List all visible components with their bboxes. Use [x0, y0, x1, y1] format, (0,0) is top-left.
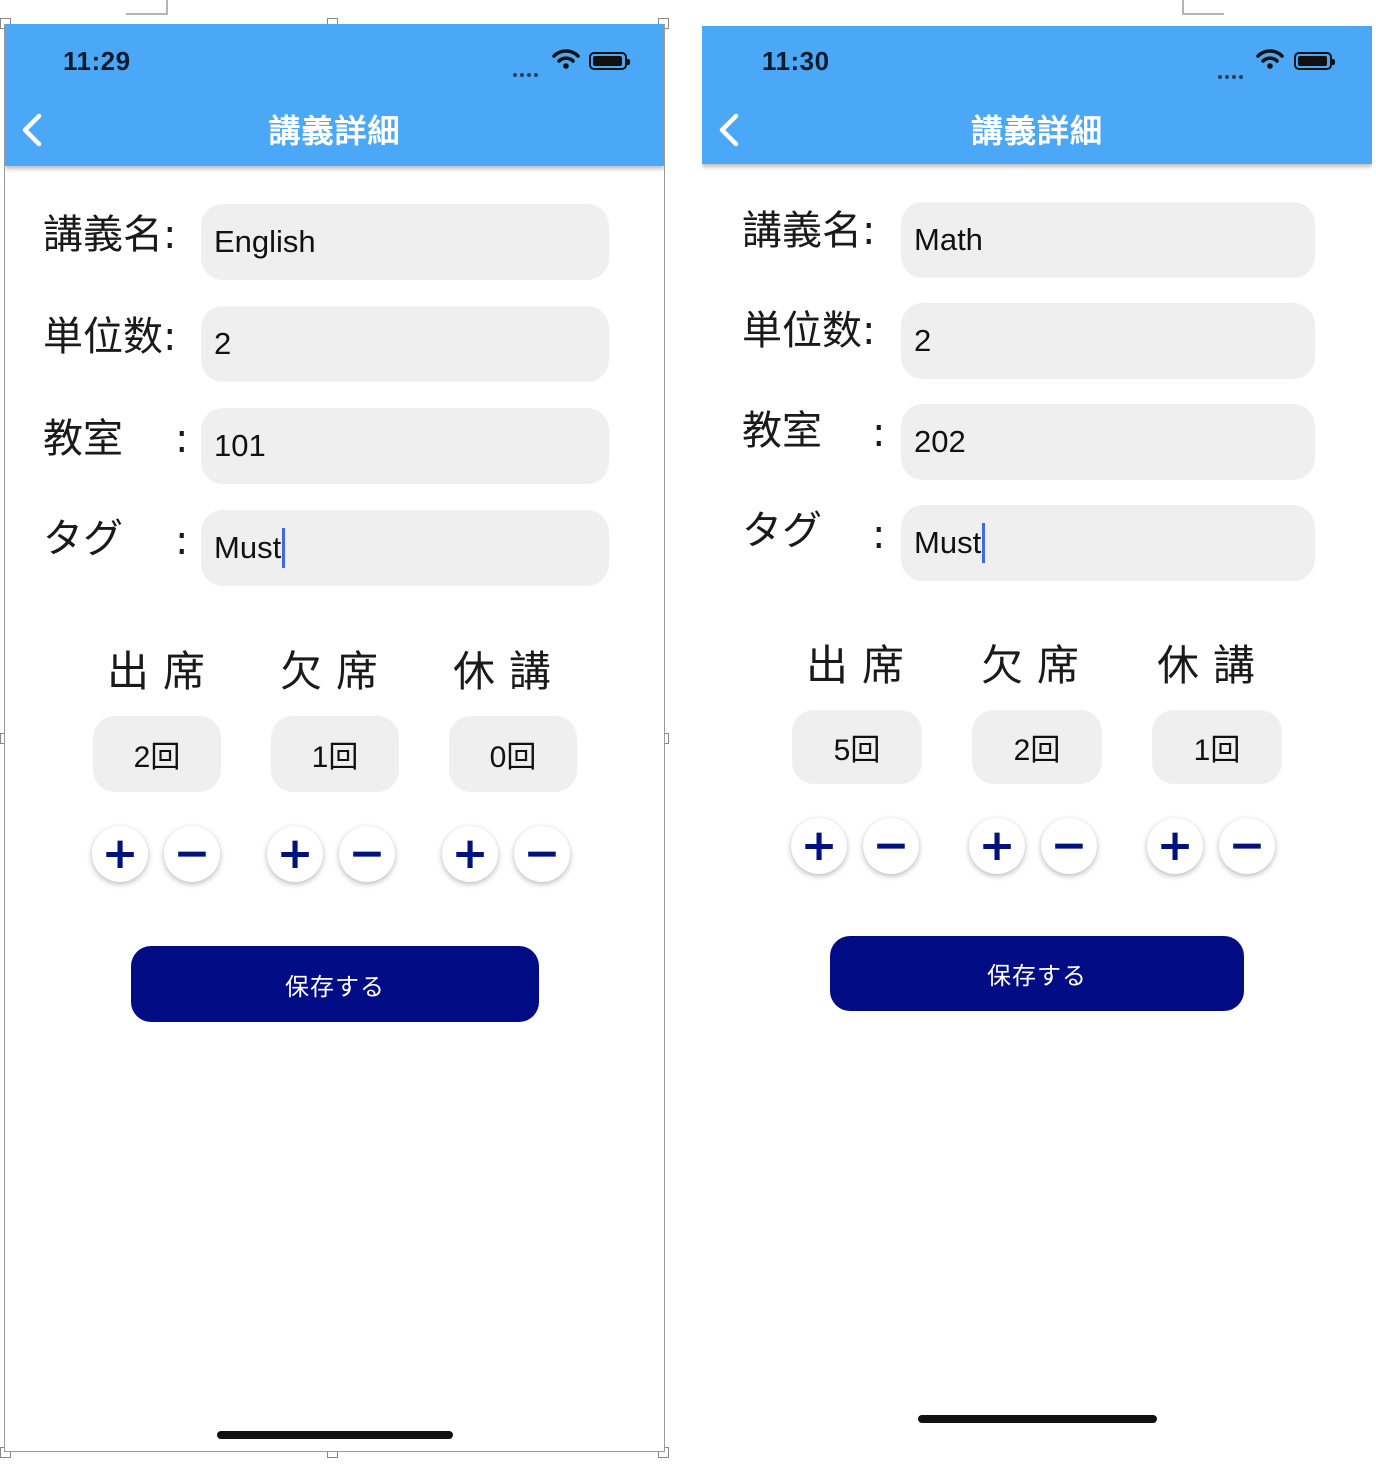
attendance-minus-button[interactable]: −	[863, 818, 919, 874]
absence-plus-button[interactable]: +	[969, 818, 1025, 874]
credits-label: 単位数:	[43, 314, 177, 360]
tag-colon: :	[175, 518, 189, 564]
text-caret	[282, 528, 286, 568]
classroom-label: 教室	[43, 416, 123, 462]
course-name-input[interactable]: Math	[901, 202, 1315, 278]
cancelled-header: 休講	[1157, 641, 1270, 690]
course-name-value: Math	[914, 222, 983, 257]
absence-minus-button[interactable]: −	[339, 826, 395, 882]
tag-value: Must	[214, 530, 282, 565]
cancelled-header: 休講	[453, 647, 566, 696]
cancelled-count: 0回	[449, 716, 577, 792]
home-indicator	[918, 1415, 1157, 1423]
credits-value: 2	[914, 323, 932, 358]
classroom-input[interactable]: 101	[201, 408, 609, 484]
tag-input[interactable]: Must	[201, 510, 609, 586]
nav-bar: 11:30 講義詳細	[702, 26, 1372, 164]
selection-corner-top-left	[126, 0, 168, 15]
absence-header: 欠席	[280, 647, 393, 696]
credits-label: 単位数:	[742, 308, 876, 354]
classroom-value: 101	[214, 428, 266, 463]
page-title: 講義詳細	[268, 112, 401, 150]
save-button[interactable]: 保存する	[830, 936, 1244, 1011]
attendance-header: 出席	[806, 641, 919, 690]
cancelled-minus-button[interactable]: −	[514, 826, 570, 882]
attendance-count: 2回	[93, 716, 221, 792]
status-time: 11:30	[762, 46, 830, 76]
status-time: 11:29	[63, 46, 131, 76]
course-name-value: English	[214, 224, 316, 259]
classroom-input[interactable]: 202	[901, 404, 1315, 480]
classroom-label: 教室	[742, 408, 822, 454]
course-name-input[interactable]: English	[201, 204, 609, 280]
classroom-value: 202	[914, 424, 966, 459]
attendance-plus-button[interactable]: +	[92, 826, 148, 882]
attendance-plus-button[interactable]: +	[791, 818, 847, 874]
classroom-colon: :	[175, 416, 189, 462]
absence-header: 欠席	[981, 641, 1094, 690]
attendance-header: 出席	[107, 647, 220, 696]
battery-icon	[589, 52, 630, 70]
classroom-colon: :	[872, 410, 886, 456]
home-indicator	[217, 1431, 453, 1439]
signal-dots-icon	[1218, 64, 1248, 79]
nav-bar: 11:29 講義詳細	[5, 24, 664, 166]
credits-value: 2	[214, 326, 232, 361]
page-title: 講義詳細	[970, 112, 1103, 150]
selection-corner-top-right	[1182, 0, 1224, 15]
wifi-icon	[552, 49, 580, 69]
credits-input[interactable]: 2	[901, 303, 1315, 379]
course-name-label: 講義名:	[742, 208, 876, 254]
tag-label: タグ	[742, 508, 822, 554]
tag-label: タグ	[43, 516, 123, 562]
credits-input[interactable]: 2	[201, 306, 609, 382]
course-name-label: 講義名:	[43, 212, 177, 258]
absence-count: 2回	[972, 710, 1102, 784]
wifi-icon	[1256, 49, 1284, 69]
phone-screen-right: 11:30 講義詳細 講義名: Math 単位数: 2 教室 : 202 タグ …	[702, 26, 1372, 1446]
signal-dots-icon	[513, 62, 543, 77]
cancelled-count: 1回	[1152, 710, 1282, 784]
tag-colon: :	[872, 512, 886, 558]
absence-minus-button[interactable]: −	[1041, 818, 1097, 874]
attendance-count: 5回	[792, 710, 922, 784]
absence-plus-button[interactable]: +	[267, 826, 323, 882]
attendance-minus-button[interactable]: −	[164, 826, 220, 882]
save-button[interactable]: 保存する	[131, 946, 539, 1022]
cancelled-plus-button[interactable]: +	[442, 826, 498, 882]
tag-input[interactable]: Must	[901, 505, 1315, 581]
cancelled-minus-button[interactable]: −	[1219, 818, 1275, 874]
absence-count: 1回	[271, 716, 399, 792]
tag-value: Must	[914, 525, 982, 560]
text-caret	[982, 523, 986, 563]
cancelled-plus-button[interactable]: +	[1147, 818, 1203, 874]
battery-icon	[1294, 52, 1335, 70]
phone-screen-left: 11:29 講義詳細 講義名: English 単位数: 2 教室 : 101 …	[4, 24, 665, 1452]
